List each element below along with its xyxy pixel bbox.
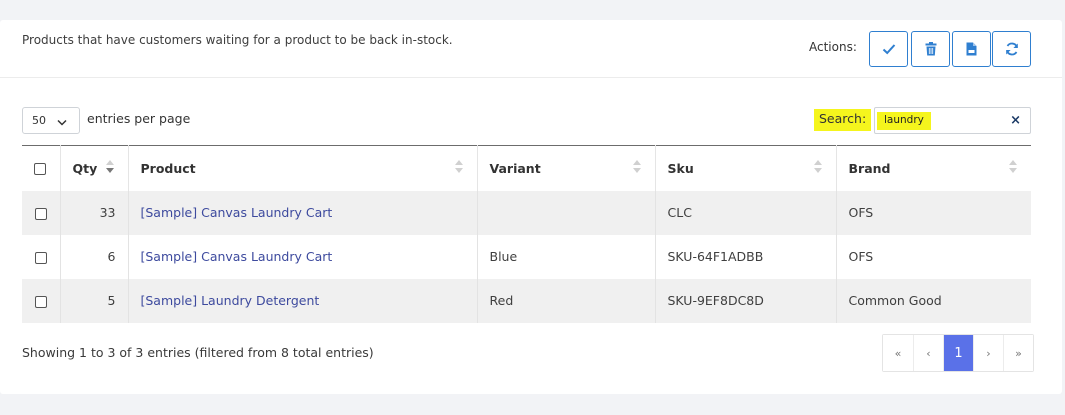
page-length-select[interactable]: 50 <box>22 107 80 134</box>
table-row: 5 [Sample] Laundry Detergent Red SKU-9EF… <box>22 278 1031 323</box>
sort-icon <box>813 160 822 173</box>
last-page-button[interactable]: » <box>1003 335 1033 371</box>
sort-icon <box>632 160 641 173</box>
card-header: Products that have customers waiting for… <box>0 20 1062 78</box>
actions-label: Actions: <box>809 40 857 54</box>
first-page-button[interactable]: « <box>883 335 913 371</box>
select-all-header <box>22 146 60 191</box>
table-info: Showing 1 to 3 of 3 entries (filtered fr… <box>22 345 374 360</box>
variant-cell <box>476 190 655 235</box>
row-select-cell <box>22 191 60 235</box>
waitlist-table: Qty Product Variant Sku Brand 33 [Sample… <box>22 145 1031 323</box>
sort-icon <box>454 160 463 173</box>
column-header-product[interactable]: Product <box>127 145 477 191</box>
delete-button[interactable] <box>911 31 950 67</box>
sku-cell: CLC <box>654 190 836 235</box>
file-icon <box>966 42 977 56</box>
approve-button[interactable] <box>869 31 908 67</box>
product-link[interactable]: [Sample] Laundry Detergent <box>141 293 320 308</box>
qty-cell: 33 <box>59 190 128 235</box>
row-select-cell <box>22 279 60 323</box>
table-row: 6 [Sample] Canvas Laundry Cart Blue SKU-… <box>22 234 1031 279</box>
qty-cell: 6 <box>59 234 128 279</box>
row-checkbox[interactable] <box>34 251 47 264</box>
brand-cell: Common Good <box>835 278 1031 323</box>
page-1-button[interactable]: 1 <box>943 335 973 371</box>
table-row: 33 [Sample] Canvas Laundry Cart CLC OFS <box>22 190 1031 235</box>
waitlist-card: Products that have customers waiting for… <box>0 20 1062 394</box>
next-page-button[interactable]: › <box>973 335 1003 371</box>
sort-desc-icon <box>105 160 114 173</box>
product-link[interactable]: [Sample] Canvas Laundry Cart <box>141 205 333 220</box>
search-input[interactable]: laundry × <box>874 107 1031 134</box>
page-length-value: 50 <box>32 114 46 127</box>
check-icon <box>882 43 896 55</box>
clear-search-button[interactable]: × <box>1010 113 1021 128</box>
prev-page-button[interactable]: ‹ <box>913 335 943 371</box>
sku-cell: SKU-9EF8DC8D <box>654 278 836 323</box>
product-link[interactable]: [Sample] Canvas Laundry Cart <box>141 249 333 264</box>
row-checkbox[interactable] <box>34 207 47 220</box>
product-cell: [Sample] Canvas Laundry Cart <box>127 190 477 235</box>
sort-icon <box>1009 160 1017 173</box>
row-checkbox[interactable] <box>34 295 47 308</box>
variant-cell: Red <box>476 278 655 323</box>
column-header-variant[interactable]: Variant <box>476 145 655 191</box>
variant-cell: Blue <box>476 234 655 279</box>
product-cell: [Sample] Canvas Laundry Cart <box>127 234 477 279</box>
chevron-down-icon <box>57 116 67 129</box>
select-all-checkbox[interactable] <box>34 163 46 176</box>
row-select-cell <box>22 235 60 279</box>
table-header-row: Qty Product Variant Sku Brand <box>22 145 1031 191</box>
brand-cell: OFS <box>835 190 1031 235</box>
sku-cell: SKU-64F1ADBB <box>654 234 836 279</box>
qty-cell: 5 <box>59 278 128 323</box>
refresh-icon <box>1005 42 1019 56</box>
search-value: laundry <box>877 112 931 130</box>
pagination: « ‹ 1 › » <box>882 334 1034 372</box>
search-label: Search: <box>814 109 872 131</box>
column-header-qty[interactable]: Qty <box>59 145 128 191</box>
column-header-brand[interactable]: Brand <box>835 145 1031 191</box>
refresh-button[interactable] <box>992 31 1031 67</box>
brand-cell: OFS <box>835 234 1031 279</box>
column-header-sku[interactable]: Sku <box>654 145 836 191</box>
trash-icon <box>925 42 937 56</box>
page-length-label: entries per page <box>87 111 191 126</box>
product-cell: [Sample] Laundry Detergent <box>127 278 477 323</box>
export-button[interactable] <box>952 31 991 67</box>
page-description: Products that have customers waiting for… <box>22 33 453 47</box>
